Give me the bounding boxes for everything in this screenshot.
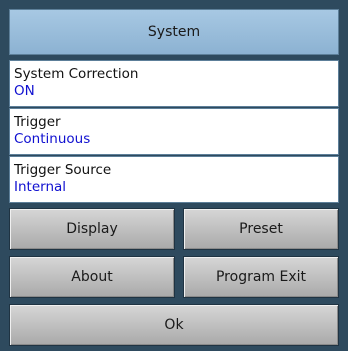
- dialog-title: System: [9, 9, 339, 55]
- system-dialog: System System Correction ON Trigger Cont…: [0, 0, 348, 351]
- ok-button[interactable]: Ok: [9, 304, 339, 346]
- system-correction-label: System Correction: [14, 66, 139, 82]
- trigger-source-value: Internal: [14, 179, 67, 195]
- display-button[interactable]: Display: [9, 208, 175, 250]
- preset-button[interactable]: Preset: [183, 208, 339, 250]
- trigger-source-field[interactable]: Trigger Source Internal: [9, 156, 339, 203]
- system-correction-field[interactable]: System Correction ON: [9, 60, 339, 107]
- about-button[interactable]: About: [9, 256, 175, 298]
- trigger-value: Continuous: [14, 131, 91, 147]
- program-exit-button[interactable]: Program Exit: [183, 256, 339, 298]
- trigger-label: Trigger: [14, 114, 61, 130]
- trigger-field[interactable]: Trigger Continuous: [9, 108, 339, 155]
- trigger-source-label: Trigger Source: [14, 162, 112, 178]
- system-correction-value: ON: [14, 83, 35, 99]
